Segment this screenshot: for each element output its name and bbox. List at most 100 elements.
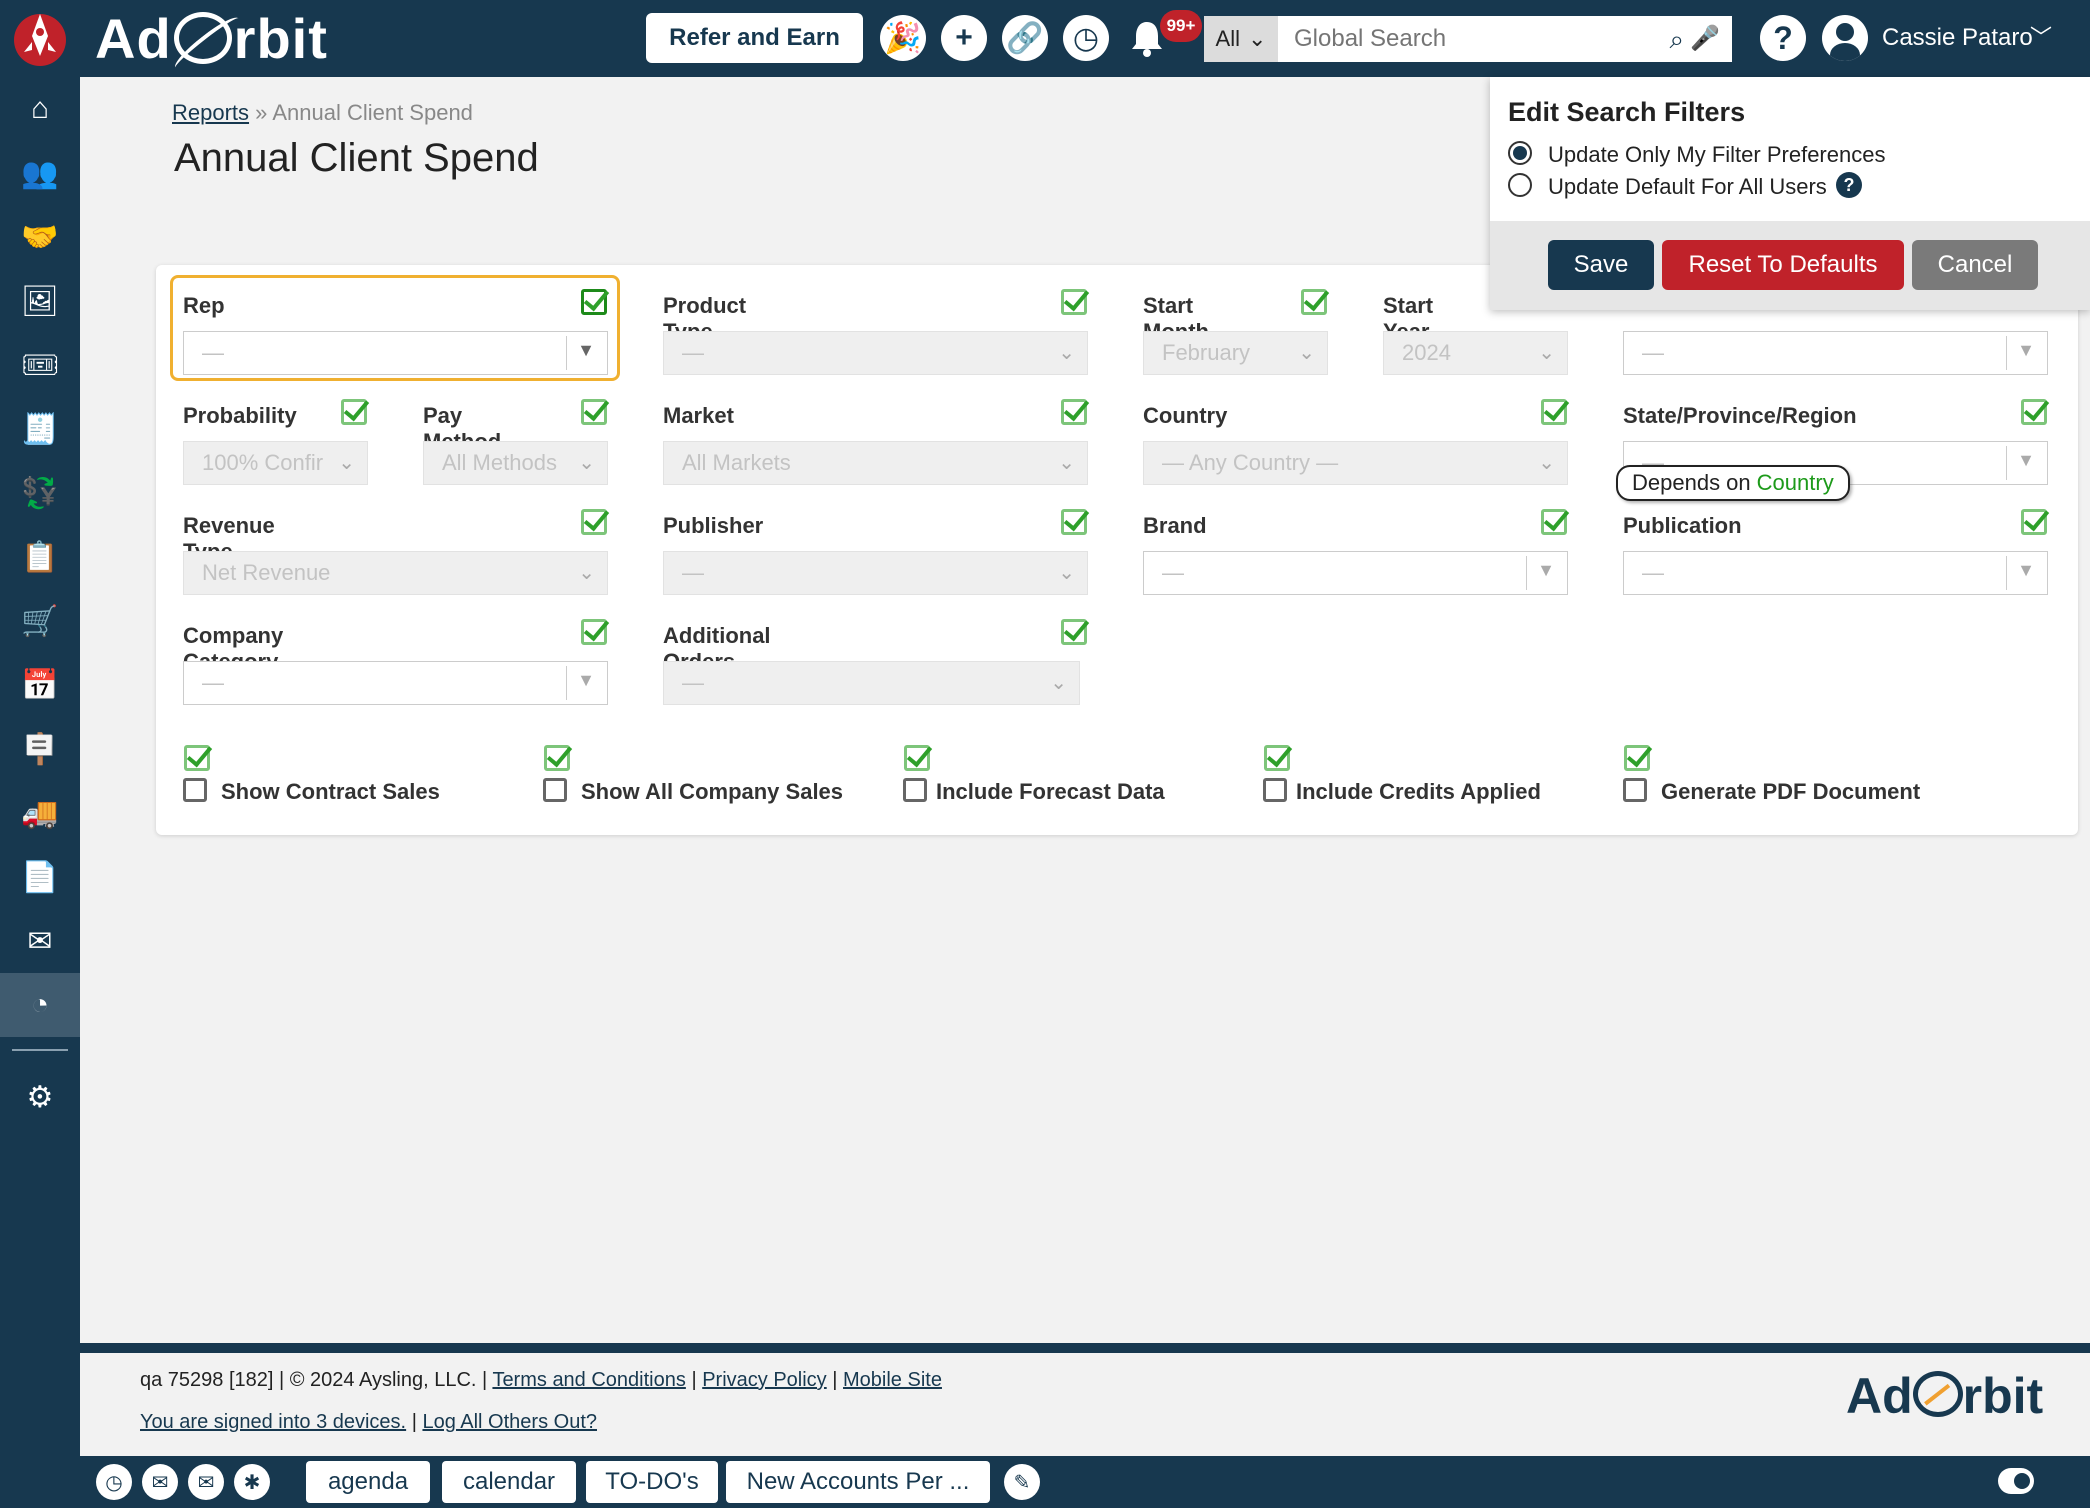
radio-all-users[interactable] xyxy=(1508,173,1532,197)
company-category-select[interactable]: — ▼ xyxy=(183,661,608,705)
market-enable-checkbox[interactable] xyxy=(1061,399,1087,425)
log-others-out-link[interactable]: Log All Others Out? xyxy=(422,1411,597,1433)
rocket-logo-icon[interactable] xyxy=(10,6,70,70)
gear-icon[interactable]: ⚙ xyxy=(0,1065,80,1129)
company-category-enable-checkbox[interactable] xyxy=(581,619,607,645)
handshake-icon[interactable]: 🤝 xyxy=(0,205,80,269)
brand-select[interactable]: — ▼ xyxy=(1143,551,1568,595)
rep-select[interactable]: — ▼ xyxy=(183,331,608,375)
link-icon[interactable]: 🔗 xyxy=(1002,15,1048,61)
tab-new-accounts[interactable]: New Accounts Per ... xyxy=(726,1461,990,1503)
tab-todos[interactable]: TO-DO's xyxy=(586,1461,718,1503)
microphone-icon[interactable]: 🎤 xyxy=(1690,24,1720,53)
option-enable-checkbox[interactable] xyxy=(1624,745,1650,771)
refer-and-earn-button[interactable]: Refer and Earn xyxy=(646,13,863,63)
footer-devices: You are signed into 3 devices. | Log All… xyxy=(140,1411,597,1434)
brand-enable-checkbox[interactable] xyxy=(1541,509,1567,535)
clipboard-check-icon[interactable]: 📋 xyxy=(0,525,80,589)
product-type-select[interactable]: — ⌄ xyxy=(663,331,1088,375)
slack-icon[interactable]: ✱ xyxy=(234,1464,270,1500)
option-checkbox[interactable] xyxy=(1263,778,1287,802)
email-settings-icon[interactable]: ✉ xyxy=(188,1464,224,1500)
option-enable-checkbox[interactable] xyxy=(544,745,570,771)
publisher-select[interactable]: — ⌄ xyxy=(663,551,1088,595)
option-checkbox[interactable] xyxy=(1623,778,1647,802)
w2-document-icon[interactable]: 📄 xyxy=(0,845,80,909)
radio-my-preferences[interactable] xyxy=(1508,141,1532,165)
country-select[interactable]: — Any Country — ⌄ xyxy=(1143,441,1568,485)
delivery-truck-icon[interactable]: 🚚 xyxy=(0,781,80,845)
start-month-select[interactable]: February ⌄ xyxy=(1143,331,1328,375)
market-select[interactable]: All Markets ⌄ xyxy=(663,441,1088,485)
chevron-down-icon: ⌄ xyxy=(1058,562,1075,584)
history-clock-icon[interactable]: ◷ xyxy=(1063,15,1109,61)
publication-select[interactable]: — ▼ xyxy=(1623,551,2048,595)
product-type-enable-checkbox[interactable] xyxy=(1061,289,1087,315)
mail-icon[interactable]: ✉ xyxy=(142,1464,178,1500)
publisher-enable-checkbox[interactable] xyxy=(1061,509,1087,535)
search-icon[interactable]: ⌕ xyxy=(1669,24,1684,56)
mobile-site-link[interactable]: Mobile Site xyxy=(843,1369,942,1391)
help-icon[interactable]: ? xyxy=(1760,15,1806,61)
users-icon[interactable]: 👥 xyxy=(0,141,80,205)
user-name[interactable]: Cassie Pataro xyxy=(1882,24,2033,52)
sign-post-icon[interactable]: 🪧 xyxy=(0,717,80,781)
toggle-icon[interactable] xyxy=(1998,1468,2034,1494)
chevron-down-icon: ⌄ xyxy=(1538,452,1555,474)
rep-enable-checkbox[interactable] xyxy=(581,289,607,315)
tab-calendar[interactable]: calendar xyxy=(442,1461,576,1503)
plus-icon[interactable]: + xyxy=(941,15,987,61)
reports-chart-icon[interactable]: ◔ xyxy=(0,973,80,1037)
additional-orders-select[interactable]: — ⌄ xyxy=(663,661,1080,705)
option-checkbox[interactable] xyxy=(543,778,567,802)
chevron-down-icon: ⌄ xyxy=(578,452,595,474)
pay-method-enable-checkbox[interactable] xyxy=(581,399,607,425)
market-label: Market xyxy=(663,403,734,428)
footer-build-info: qa 75298 [182] | © 2024 Aysling, LLC. | xyxy=(140,1369,488,1391)
option-enable-checkbox[interactable] xyxy=(904,745,930,771)
reset-to-defaults-button[interactable]: Reset To Defaults xyxy=(1662,240,1904,290)
option-checkbox[interactable] xyxy=(183,778,207,802)
signed-devices-link[interactable]: You are signed into 3 devices. xyxy=(140,1411,406,1433)
radio-all-users-label[interactable]: Update Default For All Users xyxy=(1548,174,1827,200)
breadcrumb-reports-link[interactable]: Reports xyxy=(172,100,249,125)
start-year-select[interactable]: 2024 ⌄ xyxy=(1383,331,1568,375)
ticket-icon[interactable]: 🎟 xyxy=(0,333,80,397)
option-enable-checkbox[interactable] xyxy=(184,745,210,771)
invoice-icon[interactable]: 🧾 xyxy=(0,397,80,461)
radio-my-preferences-label[interactable]: Update Only My Filter Preferences xyxy=(1548,142,1885,168)
publication-enable-checkbox[interactable] xyxy=(2021,509,2047,535)
home-icon[interactable]: ⌂ xyxy=(0,77,80,141)
mail-icon[interactable]: ✉ xyxy=(0,909,80,973)
party-popper-icon[interactable]: 🎉 xyxy=(880,15,926,61)
currency-exchange-icon[interactable]: 💱 xyxy=(0,461,80,525)
country-enable-checkbox[interactable] xyxy=(1541,399,1567,425)
state-enable-checkbox[interactable] xyxy=(2021,399,2047,425)
help-icon[interactable]: ? xyxy=(1836,172,1862,198)
probability-select[interactable]: 100% Confir ⌄ xyxy=(183,441,368,485)
additional-orders-enable-checkbox[interactable] xyxy=(1061,619,1087,645)
calendar-star-icon[interactable]: 📅 xyxy=(0,653,80,717)
app-logo[interactable]: Ad rbit xyxy=(95,6,328,71)
search-input[interactable] xyxy=(1278,25,1638,53)
tab-agenda[interactable]: agenda xyxy=(306,1461,430,1503)
clock-icon[interactable]: ◷ xyxy=(96,1464,132,1500)
pay-method-select[interactable]: All Methods ⌄ xyxy=(423,441,608,485)
search-scope-select[interactable]: All ⌄ xyxy=(1204,16,1278,62)
media-gallery-icon[interactable]: 🖼 xyxy=(0,269,80,333)
cart-icon[interactable]: 🛒 xyxy=(0,589,80,653)
save-button[interactable]: Save xyxy=(1548,240,1654,290)
avatar[interactable] xyxy=(1822,15,1868,61)
option-enable-checkbox[interactable] xyxy=(1264,745,1290,771)
terms-link[interactable]: Terms and Conditions xyxy=(492,1369,685,1391)
revenue-type-enable-checkbox[interactable] xyxy=(581,509,607,535)
chevron-down-icon[interactable]: ﹀ xyxy=(2030,20,2052,52)
order-company-select[interactable]: — ▼ xyxy=(1623,331,2048,375)
probability-enable-checkbox[interactable] xyxy=(341,399,367,425)
privacy-link[interactable]: Privacy Policy xyxy=(702,1369,826,1391)
cancel-button[interactable]: Cancel xyxy=(1912,240,2038,290)
option-checkbox[interactable] xyxy=(903,778,927,802)
start-month-enable-checkbox[interactable] xyxy=(1301,289,1327,315)
edit-pencil-icon[interactable]: ✎ xyxy=(1004,1464,1040,1500)
revenue-type-select[interactable]: Net Revenue ⌄ xyxy=(183,551,608,595)
